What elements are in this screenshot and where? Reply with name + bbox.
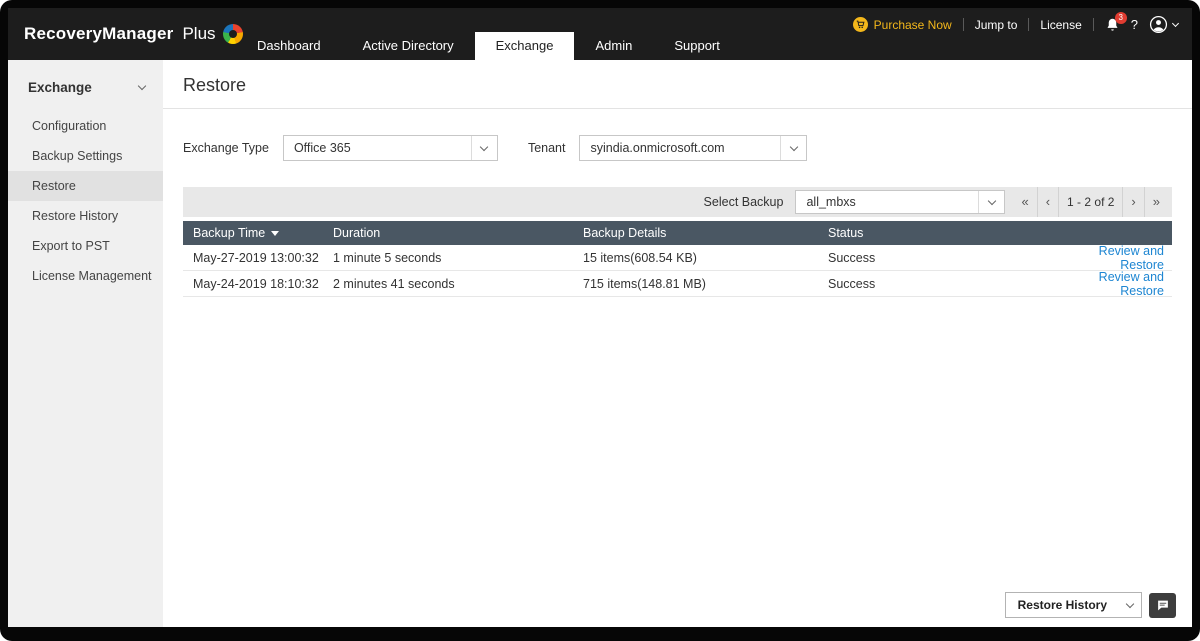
cell-status: Success [828, 277, 1058, 291]
prev-page-button[interactable]: ‹ [1037, 187, 1058, 217]
tenant-value: syindia.onmicrosoft.com [580, 141, 734, 155]
sidebar: Exchange Configuration Backup Settings R… [8, 60, 163, 627]
main-content: Restore Exchange Type Office 365 Tenant … [163, 60, 1192, 627]
cell-backup-details: 715 items(148.81 MB) [583, 277, 828, 291]
next-page-button[interactable]: › [1122, 187, 1143, 217]
notifications-button[interactable]: 3 [1105, 17, 1120, 33]
cell-backup-details: 15 items(608.54 KB) [583, 251, 828, 265]
help-button[interactable]: ? [1131, 17, 1138, 32]
chevron-down-icon [138, 82, 146, 90]
page-title: Restore [183, 60, 1172, 108]
cell-backup-time: May-24-2019 18:10:32 [183, 277, 333, 291]
window-frame: RecoveryManager Plus Dashboard Active Di… [0, 0, 1200, 641]
chevron-down-icon [1172, 19, 1179, 26]
avatar-icon [1149, 15, 1168, 34]
tab-exchange[interactable]: Exchange [475, 32, 575, 60]
filter-row: Exchange Type Office 365 Tenant syindia.… [183, 135, 1172, 161]
review-and-restore-link[interactable]: Review and Restore [1099, 270, 1164, 298]
logo-text-primary: RecoveryManager [24, 24, 173, 44]
tab-admin[interactable]: Admin [574, 32, 653, 60]
exchange-type-label: Exchange Type [183, 141, 269, 155]
cell-duration: 2 minutes 41 seconds [333, 277, 583, 291]
footer-controls: Restore History [1005, 592, 1176, 618]
divider [1028, 18, 1029, 31]
app-window: RecoveryManager Plus Dashboard Active Di… [8, 8, 1192, 627]
review-and-restore-link[interactable]: Review and Restore [1099, 244, 1164, 272]
tenant-label: Tenant [528, 141, 566, 155]
table-row: May-24-2019 18:10:32 2 minutes 41 second… [183, 271, 1172, 297]
chevron-down-icon [1119, 593, 1141, 617]
app-logo: RecoveryManager Plus [24, 24, 243, 44]
chevron-down-icon [471, 136, 497, 160]
sidebar-section-exchange[interactable]: Exchange [8, 60, 163, 111]
purchase-now-label: Purchase Now [874, 18, 952, 32]
column-backup-details[interactable]: Backup Details [583, 226, 828, 240]
main-nav: Dashboard Active Directory Exchange Admi… [236, 32, 741, 60]
restore-history-dropdown[interactable]: Restore History [1005, 592, 1142, 618]
purchase-now-button[interactable]: Purchase Now [853, 17, 952, 32]
sidebar-item-restore-history[interactable]: Restore History [8, 201, 163, 231]
chevron-down-icon [978, 191, 1004, 213]
column-backup-time[interactable]: Backup Time [183, 226, 333, 240]
last-page-button[interactable]: » [1144, 187, 1168, 217]
exchange-type-select[interactable]: Office 365 [283, 135, 498, 161]
tab-support[interactable]: Support [653, 32, 741, 60]
table-header-row: Backup Time Duration Backup Details Stat… [183, 221, 1172, 245]
tab-active-directory[interactable]: Active Directory [342, 32, 475, 60]
pagination: « ‹ 1 - 2 of 2 › » [1013, 187, 1168, 217]
select-backup-label: Select Backup [704, 195, 784, 209]
sidebar-item-configuration[interactable]: Configuration [8, 111, 163, 141]
table-row: May-27-2019 13:00:32 1 minute 5 seconds … [183, 245, 1172, 271]
column-backup-time-label: Backup Time [193, 226, 265, 240]
divider [163, 108, 1192, 109]
sort-desc-icon [271, 231, 279, 236]
column-status[interactable]: Status [828, 226, 1058, 240]
restore-history-label: Restore History [1006, 598, 1119, 612]
sidebar-item-restore[interactable]: Restore [8, 171, 163, 201]
tenant-select[interactable]: syindia.onmicrosoft.com [579, 135, 807, 161]
sidebar-item-backup-settings[interactable]: Backup Settings [8, 141, 163, 171]
sidebar-item-export-to-pst[interactable]: Export to PST [8, 231, 163, 261]
account-menu-button[interactable] [1149, 15, 1178, 34]
select-backup-value: all_mbxs [796, 195, 865, 209]
jump-to-button[interactable]: Jump to [975, 18, 1018, 32]
cell-backup-time: May-27-2019 13:00:32 [183, 251, 333, 265]
backups-table: Backup Time Duration Backup Details Stat… [183, 221, 1172, 297]
pagination-label: 1 - 2 of 2 [1058, 187, 1122, 217]
header-utilities: Purchase Now Jump to License 3 ? [853, 15, 1178, 34]
cell-status: Success [828, 251, 1058, 265]
sidebar-item-license-management[interactable]: License Management [8, 261, 163, 291]
sidebar-section-label: Exchange [28, 80, 92, 95]
divider [1093, 18, 1094, 31]
tab-dashboard[interactable]: Dashboard [236, 32, 342, 60]
select-backup-select[interactable]: all_mbxs [795, 190, 1005, 214]
divider [963, 18, 964, 31]
notification-badge: 3 [1115, 12, 1127, 24]
app-header: RecoveryManager Plus Dashboard Active Di… [8, 8, 1192, 60]
exchange-type-value: Office 365 [284, 141, 361, 155]
backup-toolbar: Select Backup all_mbxs « ‹ 1 - 2 of 2 › … [183, 187, 1172, 217]
first-page-button[interactable]: « [1013, 187, 1036, 217]
cart-icon [853, 17, 868, 32]
feedback-chat-button[interactable] [1149, 593, 1176, 618]
column-duration[interactable]: Duration [333, 226, 583, 240]
chevron-down-icon [780, 136, 806, 160]
cell-duration: 1 minute 5 seconds [333, 251, 583, 265]
license-button[interactable]: License [1040, 18, 1081, 32]
chat-icon [1156, 599, 1170, 612]
logo-text-secondary: Plus [182, 24, 215, 44]
